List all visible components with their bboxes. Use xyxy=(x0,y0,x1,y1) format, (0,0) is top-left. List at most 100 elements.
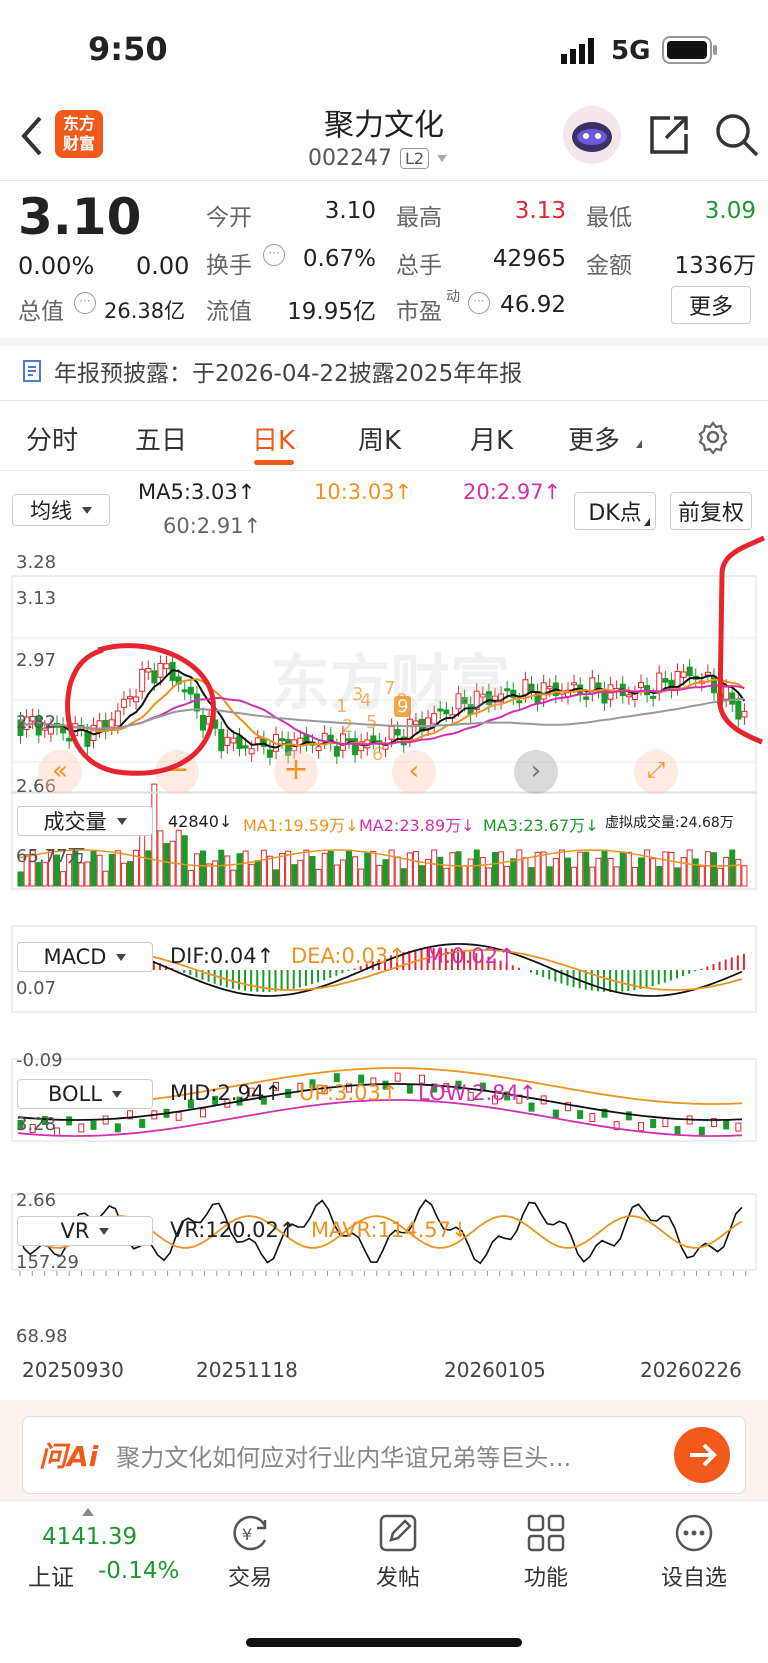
search-icon[interactable] xyxy=(714,112,760,158)
boll-select[interactable]: BOLL xyxy=(17,1079,153,1109)
volume-bar xyxy=(613,866,620,887)
nav-post[interactable]: 发帖 xyxy=(362,1512,434,1592)
info-icon[interactable]: ··· xyxy=(74,292,96,314)
ma-select-label: 均线 xyxy=(30,499,72,523)
boll-y-top: 3.28 xyxy=(16,1114,57,1135)
notice-text: 年报预披露：于2026-04-22披露2025年年报 xyxy=(54,361,523,387)
robot-avatar-icon[interactable] xyxy=(563,106,621,164)
tab-wuri[interactable]: 五日 xyxy=(135,420,187,457)
volume-bar xyxy=(565,857,571,887)
ma-select[interactable]: 均线 xyxy=(12,494,110,526)
candle-body xyxy=(528,683,535,692)
macd-select[interactable]: MACD xyxy=(17,942,153,972)
volume-bar xyxy=(254,860,261,887)
ai-submit-button[interactable] xyxy=(674,1427,730,1483)
volume-bar xyxy=(364,852,371,887)
boll-candle xyxy=(723,1120,730,1130)
candle-body xyxy=(230,737,237,744)
macd-dif: DIF:0.04↑ xyxy=(170,944,275,968)
volume-bar xyxy=(102,870,109,887)
volume-y-label: 65.77万 xyxy=(16,846,86,867)
index-change[interactable]: -0.14% xyxy=(98,1558,179,1584)
nav-trade[interactable]: ¥ 交易 xyxy=(214,1512,286,1592)
stock-code-row[interactable]: 002247 L2 xyxy=(308,146,448,171)
dk-point-label: DK点 xyxy=(588,501,642,526)
candle-body xyxy=(686,666,693,677)
volume-bar xyxy=(406,852,413,887)
nav-function[interactable]: 功能 xyxy=(510,1512,582,1592)
kline-y-label-1: 3.13 xyxy=(16,588,57,609)
volume-bar xyxy=(571,866,578,887)
adjust-button[interactable]: 前复权 xyxy=(670,492,752,530)
zoom-in-icon[interactable]: + xyxy=(274,750,318,794)
volume-bar xyxy=(114,850,121,887)
date-label-3: 20260226 xyxy=(640,1358,742,1382)
scroll-right-icon[interactable]: › xyxy=(514,750,558,794)
pe-label: 市盈 xyxy=(396,299,442,325)
tab-fenshi[interactable]: 分时 xyxy=(26,420,78,457)
volume-bar xyxy=(96,854,103,887)
settings-gear-icon[interactable] xyxy=(696,420,730,455)
ai-bar[interactable]: 问Ai 聚力文化如何应对行业内华谊兄弟等巨头... xyxy=(22,1416,746,1494)
vr-select-label: VR xyxy=(60,1219,90,1243)
volume-bar xyxy=(339,859,346,887)
info-icon[interactable]: ··· xyxy=(468,292,490,314)
battery-icon xyxy=(662,36,718,64)
tab-yuek[interactable]: 月K xyxy=(470,420,513,457)
candle-body xyxy=(254,737,261,745)
volume-ma2: MA2:23.89万↓ xyxy=(359,816,475,835)
bottom-nav-divider xyxy=(0,1500,768,1501)
date-label-2: 20260105 xyxy=(444,1358,546,1382)
volume-bar xyxy=(400,868,407,887)
vr-select[interactable]: VR xyxy=(17,1216,153,1246)
volume-bar xyxy=(498,851,505,887)
more-button[interactable]: 更多 xyxy=(671,286,751,324)
tab-zhouk[interactable]: 周K xyxy=(358,420,401,457)
volume-bar xyxy=(729,849,736,887)
tab-more[interactable]: 更多 xyxy=(568,420,620,457)
chevron-down-icon xyxy=(82,506,92,514)
info-icon[interactable]: ··· xyxy=(263,244,285,266)
volume-bar xyxy=(552,858,559,887)
volume-bar xyxy=(741,865,748,887)
candle-body xyxy=(704,671,711,676)
boll-candle xyxy=(698,1126,705,1136)
signal-icon xyxy=(561,38,601,64)
candle-body xyxy=(516,700,523,704)
index-name[interactable]: 上证 xyxy=(28,1558,74,1592)
volume-bar xyxy=(60,871,67,887)
volume-label: 总手 xyxy=(396,253,442,279)
back-chevron-icon[interactable]: ‹ xyxy=(392,750,436,794)
nav-post-label: 发帖 xyxy=(375,1566,420,1591)
volume-bar xyxy=(674,867,681,887)
index-up-triangle-icon xyxy=(82,1508,94,1516)
notice-row[interactable]: 年报预披露：于2026-04-22披露2025年年报 xyxy=(22,354,522,388)
float-label: 流值 xyxy=(206,299,252,325)
volume-bar xyxy=(248,863,255,887)
volume-bar xyxy=(358,868,365,887)
volume-bar xyxy=(479,857,486,887)
vr-value: VR:120.02↑ xyxy=(170,1218,297,1242)
nav-watchlist[interactable]: 设自选 xyxy=(654,1512,734,1592)
volume-bar xyxy=(449,852,456,887)
ma60-label: 60:2.91↑ xyxy=(163,514,262,538)
chevron-down-icon xyxy=(111,1090,122,1098)
volume-bar xyxy=(200,850,206,887)
volume-bar xyxy=(510,858,517,887)
volume-select[interactable]: 成交量 xyxy=(17,806,153,836)
index-value[interactable]: 4141.39 xyxy=(42,1524,137,1550)
share-icon[interactable] xyxy=(648,114,690,156)
ma5-label: MA5:3.03↑ xyxy=(138,480,256,504)
volume-bar xyxy=(668,852,675,887)
volume-value: 42840↓ xyxy=(168,812,233,831)
boll-candle xyxy=(114,1123,121,1133)
volume-bar xyxy=(279,852,286,887)
volume-bar xyxy=(84,861,91,887)
tab-rik[interactable]: 日K xyxy=(252,420,295,457)
volume-bar xyxy=(638,857,644,887)
boll-candle xyxy=(650,1118,657,1128)
fullscreen-icon[interactable]: ⤢ xyxy=(634,750,678,794)
signal-digit-4: 4 xyxy=(360,690,372,711)
volume-select-label: 成交量 xyxy=(43,810,107,834)
boll-candle xyxy=(200,1108,206,1118)
